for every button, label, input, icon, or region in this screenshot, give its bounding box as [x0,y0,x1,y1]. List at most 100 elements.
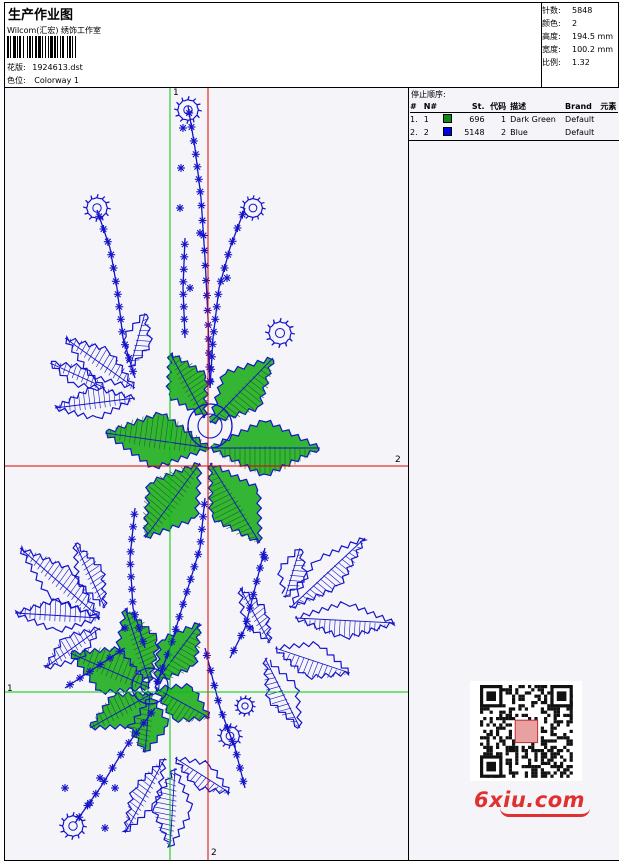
table-row[interactable]: 2. 2 5148 2 Blue Default [410,126,618,139]
star-stitch [180,327,189,336]
leaf-hatch [298,657,305,672]
star-stitch [125,354,133,362]
star-stitch [101,824,109,832]
star-stitch [106,654,114,662]
leaf-hatch [293,656,300,669]
star-stitch [179,302,188,311]
star-stitch [128,597,137,606]
star-stitch [207,352,216,361]
leaf-hatch [64,602,67,622]
star-stitch [103,237,112,246]
star-stitch [177,164,185,172]
star-stitch [175,612,184,621]
star-stitch [179,265,188,274]
leaf-hatch [59,601,62,622]
embroidery-canvas[interactable]: 2 1 1 2 [5,88,409,860]
leaf-hatch [87,389,91,410]
star-stitch [252,577,261,586]
flower-center [187,403,233,449]
leaf-hatch [291,570,306,572]
star-stitch [180,240,189,249]
star-stitch [214,696,223,705]
star-stitch [111,784,119,792]
leaf-hatch [33,554,42,566]
leaf-hatch [48,563,61,581]
flower-bud [174,96,202,124]
star-stitch [200,246,209,255]
star-stitch [179,600,188,609]
leaf-hatch [269,694,286,700]
bud-center [274,327,286,339]
leaf-hatch [61,640,71,656]
leaf-hatch [97,388,101,409]
star-stitch [130,510,139,519]
star-stitch [196,537,205,546]
star-stitch [249,590,258,599]
axis-label-v-red: 2 [211,848,217,858]
leaf-hatch [282,712,294,716]
leaf-hatch [341,558,353,568]
star-stitch [239,777,248,786]
star-stitch [95,212,104,221]
star-stitch [121,624,129,632]
leaf-hatch [74,605,76,622]
leaf-vein [289,537,366,609]
star-stitch [224,250,233,259]
watermark-swoosh [500,808,590,817]
star-stitch [179,277,188,286]
star-stitch [111,277,120,286]
leaf-hatch [333,619,336,636]
star-stitch [186,284,194,292]
leaf-hatch [64,637,75,654]
flower-bud [83,194,111,222]
leaf-hatch [84,609,86,622]
star-stitch [61,784,69,792]
star-stitch [76,674,84,682]
star-stitch [116,647,124,656]
leaf-hatch [197,777,207,788]
leaf-hatch [343,620,346,637]
leaf-hatch [55,569,69,587]
leaf-hatch [322,665,328,679]
star-stitch [191,150,200,159]
star-stitch [202,291,211,300]
star-stitch [131,610,139,619]
leaf-hatch [117,368,125,381]
bud-center [241,702,249,710]
star-stitch [167,637,176,646]
axis-label-v-green: 1 [173,88,179,98]
leaf-hatch [44,601,47,621]
star-stitch [200,500,209,509]
leaf-hatch [54,648,63,662]
star-stitch [211,315,220,324]
star-stitch [238,210,247,219]
leaf-hatch [285,653,290,662]
leaf-vein [49,362,106,389]
axis-label-h-red: 2 [395,455,401,465]
star-stitch [202,276,211,285]
leaf-hatch [71,365,77,379]
leaf-hatch [272,698,288,704]
star-stitch [223,724,232,732]
star-stitch [186,575,195,584]
leaf-hatch [265,681,279,686]
star-stitch [193,162,202,171]
star-stitch [208,340,217,349]
star-stitch [115,302,124,311]
blue-outline-layer [14,96,396,849]
bud-center [68,821,78,831]
leaf-hatch [64,401,66,411]
qr-code [470,681,582,781]
star-stitch [86,799,94,807]
star-stitch [96,774,104,782]
flower-bud [59,812,87,840]
stem [209,207,246,389]
table-row[interactable]: 1. 1 696 1 Dark Green Default [410,113,618,126]
star-stitch [108,764,117,772]
leaf-hatch [76,367,82,381]
star-stitch [179,290,188,299]
flower-bud [234,695,256,717]
star-stitch [126,560,135,569]
star-stitch [147,709,156,717]
leaf-hatch [334,565,347,576]
